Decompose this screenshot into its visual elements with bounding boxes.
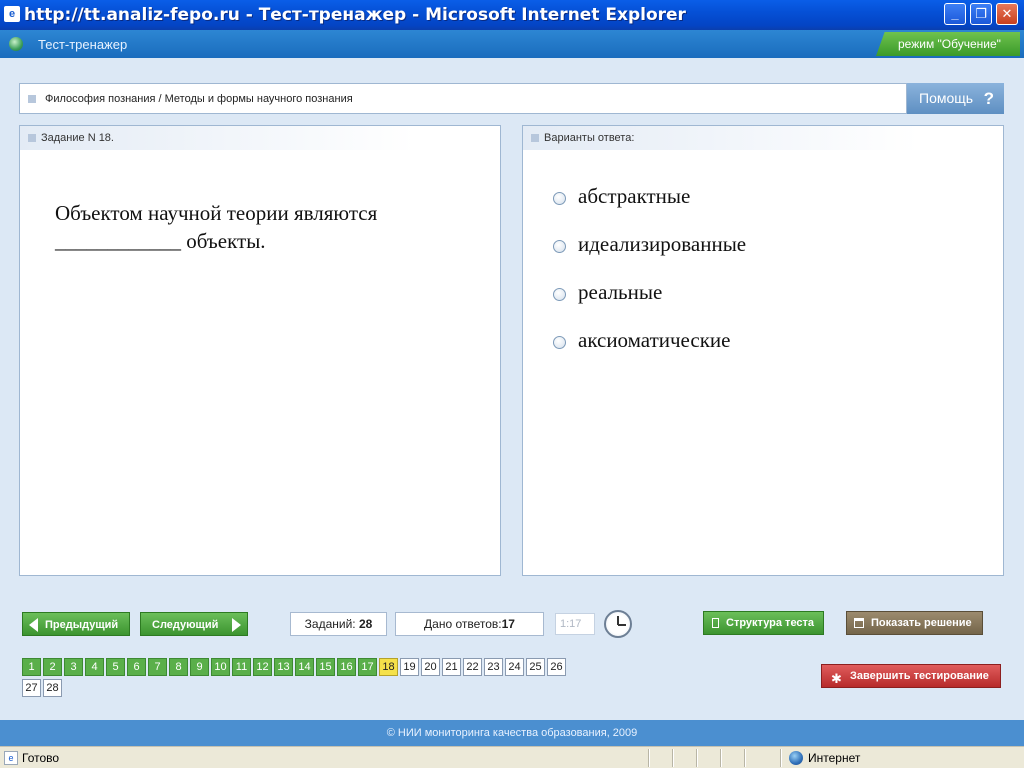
page-button[interactable]: 9	[190, 658, 209, 676]
answer-text[interactable]: реальные	[578, 280, 662, 305]
answers-panel-header: Варианты ответа:	[523, 126, 918, 150]
arrow-left-icon	[29, 618, 38, 632]
breadcrumb: Философия познания / Методы и формы науч…	[19, 83, 907, 114]
page-button[interactable]: 28	[43, 679, 62, 697]
close-button[interactable]: ✕	[996, 3, 1018, 25]
app-header: Тест-тренажер	[0, 30, 1024, 58]
page-button[interactable]: 13	[274, 658, 293, 676]
test-structure-button[interactable]: Структура теста	[703, 611, 824, 635]
breadcrumb-text: Философия познания / Методы и формы науч…	[45, 93, 353, 105]
running-man-icon: ✱	[831, 671, 842, 686]
page-button[interactable]: 21	[442, 658, 461, 676]
task-panel-header: Задание N 18.	[20, 126, 415, 150]
tasks-count: 28	[358, 617, 373, 631]
timer-display: 1:17	[555, 613, 595, 635]
bullet-icon	[28, 95, 36, 103]
answer-text[interactable]: идеализированные	[578, 232, 746, 257]
task-heading: Задание N 18.	[41, 132, 114, 144]
clock-hand	[618, 624, 626, 626]
status-separator	[780, 749, 782, 767]
page-button[interactable]: 4	[85, 658, 104, 676]
page-button[interactable]: 6	[127, 658, 146, 676]
next-button[interactable]: Следующий	[140, 612, 248, 636]
page-button[interactable]: 26	[547, 658, 566, 676]
prev-label: Предыдущий	[45, 619, 119, 631]
page-button[interactable]: 24	[505, 658, 524, 676]
solution-label: Показать решение	[871, 617, 972, 629]
bullet-icon	[28, 134, 36, 142]
finish-test-button[interactable]: ✱ Завершить тестирование	[821, 664, 1001, 688]
help-button[interactable]: Помощь ?	[907, 83, 1004, 114]
page-button[interactable]: 7	[148, 658, 167, 676]
page-button[interactable]: 16	[337, 658, 356, 676]
app-title: Тест-тренажер	[38, 37, 128, 52]
status-separator	[648, 749, 650, 767]
status-separator	[744, 749, 746, 767]
window-titlebar[interactable]: e http://tt.analiz-fepo.ru - Тест-тренаж…	[0, 0, 1024, 30]
task-panel: Задание N 18. Объектом научной теории яв…	[19, 125, 501, 576]
radio-button[interactable]	[553, 336, 566, 349]
globe-icon	[9, 37, 23, 51]
page-button[interactable]: 22	[463, 658, 482, 676]
answer-text[interactable]: аксиоматические	[578, 328, 731, 353]
page-button[interactable]: 23	[484, 658, 503, 676]
page-button[interactable]: 17	[358, 658, 377, 676]
clock-icon	[604, 610, 632, 638]
page-button[interactable]: 1	[22, 658, 41, 676]
page-button[interactable]: 25	[526, 658, 545, 676]
answered-counter: Дано ответов:17	[395, 612, 544, 636]
maximize-button[interactable]: ❐	[970, 3, 992, 25]
page-button[interactable]: 2	[43, 658, 62, 676]
radio-button[interactable]	[553, 240, 566, 253]
finish-label: Завершить тестирование	[850, 670, 989, 682]
page-button[interactable]: 5	[106, 658, 125, 676]
ie-page-icon: e	[4, 751, 18, 765]
browser-statusbar: e Готово Интернет	[0, 746, 1024, 768]
next-label: Следующий	[152, 619, 219, 631]
page-button[interactable]: 3	[64, 658, 83, 676]
mode-badge: режим "Обучение"	[876, 32, 1020, 56]
structure-label: Структура теста	[726, 617, 815, 629]
radio-button[interactable]	[553, 192, 566, 205]
internet-zone-icon	[789, 751, 803, 765]
question-text: Объектом научной теории являются _______…	[55, 201, 378, 253]
arrow-right-icon	[232, 618, 241, 632]
tasks-label: Заданий:	[304, 617, 356, 631]
status-separator	[696, 749, 698, 767]
page-button[interactable]: 19	[400, 658, 419, 676]
window-title: http://tt.analiz-fepo.ru - Тест-тренажер…	[24, 5, 686, 25]
page-button[interactable]: 15	[316, 658, 335, 676]
show-solution-button[interactable]: Показать решение	[846, 611, 983, 635]
answered-count: 17	[501, 617, 515, 631]
footer-copyright: © НИИ мониторинга качества образования, …	[0, 720, 1024, 746]
radio-button[interactable]	[553, 288, 566, 301]
question-mark-icon: ?	[983, 89, 994, 108]
answered-label: Дано ответов:	[424, 617, 502, 631]
page-button[interactable]: 11	[232, 658, 251, 676]
page-button[interactable]: 10	[211, 658, 230, 676]
ie-page-icon: e	[4, 6, 20, 22]
page-button[interactable]: 12	[253, 658, 272, 676]
status-separator	[672, 749, 674, 767]
page-button[interactable]: 20	[421, 658, 440, 676]
page-button[interactable]: 27	[22, 679, 41, 697]
page-button[interactable]: 8	[169, 658, 188, 676]
page-button[interactable]: 14	[295, 658, 314, 676]
help-label: Помощь	[919, 90, 974, 106]
zone-text: Интернет	[808, 751, 861, 765]
prev-button[interactable]: Предыдущий	[22, 612, 130, 636]
answer-text[interactable]: абстрактные	[578, 184, 690, 209]
document-icon	[712, 618, 719, 628]
answers-heading: Варианты ответа:	[544, 132, 635, 144]
status-text: Готово	[22, 751, 60, 765]
tasks-counter: Заданий: 28	[290, 612, 387, 636]
bullet-icon	[531, 134, 539, 142]
answers-panel: Варианты ответа: абстрактные идеализиров…	[522, 125, 1004, 576]
status-separator	[720, 749, 722, 767]
minimize-button[interactable]: _	[944, 3, 966, 25]
book-icon	[854, 618, 864, 628]
page-button[interactable]: 18	[379, 658, 398, 676]
